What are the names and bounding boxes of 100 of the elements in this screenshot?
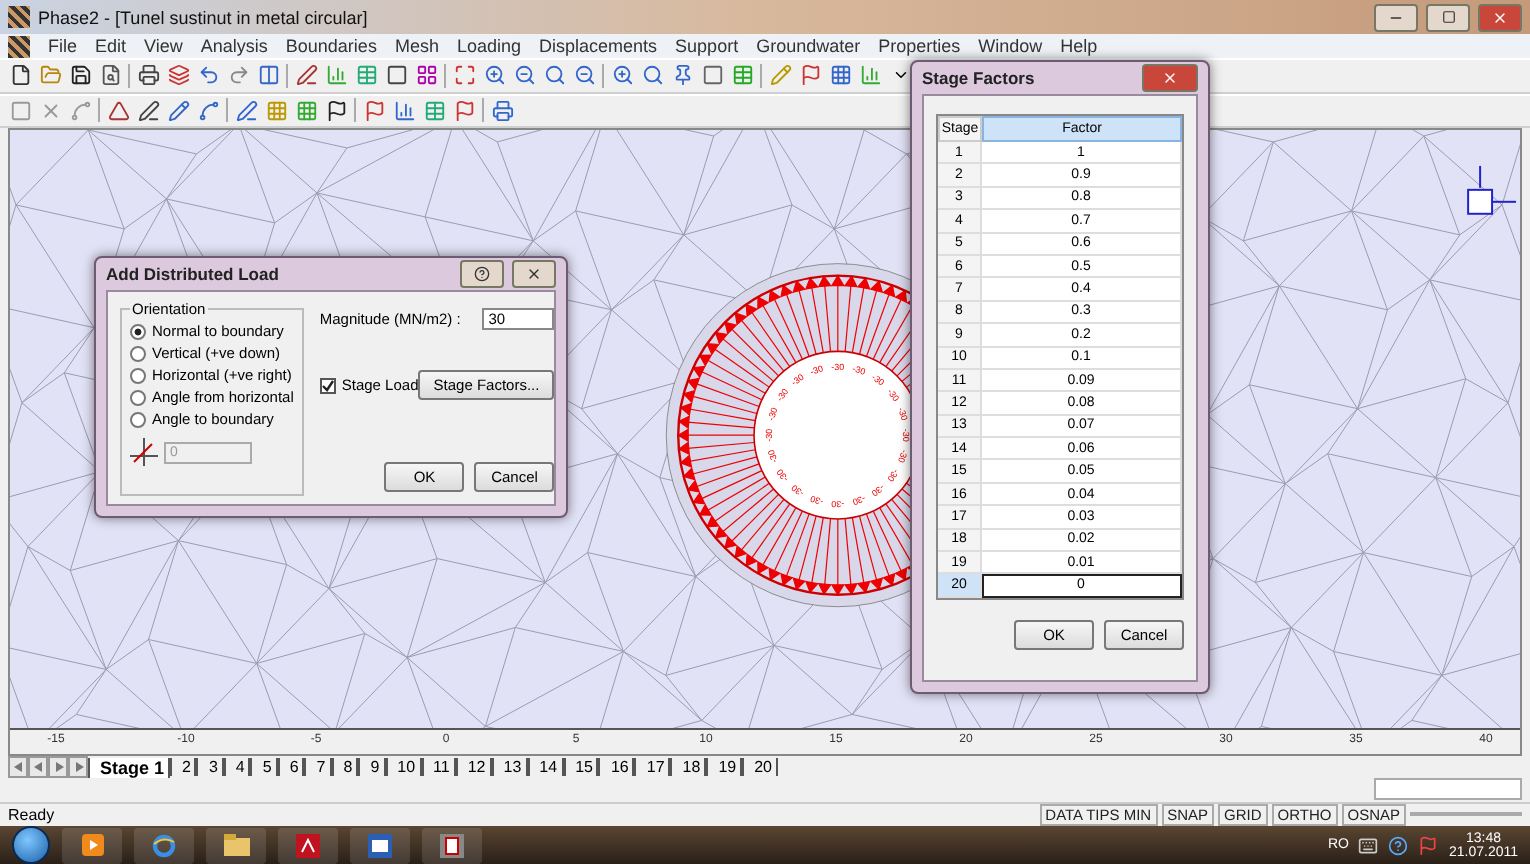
stage-tab[interactable]: 20 — [742, 758, 779, 777]
stage-tab[interactable]: 6 — [277, 758, 305, 777]
square-icon[interactable] — [700, 63, 724, 88]
app-icon[interactable] — [422, 827, 482, 863]
menu-item[interactable]: Boundaries — [285, 36, 377, 57]
pdf-reader-icon[interactable] — [278, 827, 338, 863]
app-icon — [8, 6, 30, 29]
pen-icon[interactable] — [234, 98, 258, 123]
angle-icon — [130, 438, 158, 466]
stage-tab[interactable]: 18 — [670, 758, 707, 777]
save-icon[interactable] — [68, 63, 92, 88]
printer-icon[interactable] — [490, 98, 514, 123]
zoom-in-icon[interactable] — [482, 63, 506, 88]
close-icon — [1492, 9, 1508, 26]
zoom-out-icon[interactable] — [572, 63, 596, 88]
menu-item[interactable]: File — [48, 36, 78, 57]
menu-item[interactable]: View — [144, 36, 183, 57]
flag-icon[interactable] — [324, 98, 348, 123]
folder-icon[interactable] — [206, 827, 266, 863]
table-icon[interactable] — [730, 63, 754, 88]
help-button[interactable] — [460, 260, 504, 288]
stage-tab[interactable]: 9 — [358, 758, 386, 777]
grid-icon[interactable] — [264, 98, 288, 123]
tab-scroll-button[interactable] — [48, 756, 68, 779]
tab-scroll-button[interactable] — [68, 756, 88, 779]
support-icon — [1467, 164, 1517, 215]
stage-tab[interactable]: 11 — [421, 758, 456, 777]
stage-tab[interactable]: 12 — [455, 758, 492, 777]
menu-item[interactable]: Analysis — [200, 36, 268, 57]
maximize-button[interactable] — [1426, 3, 1470, 32]
radio-button[interactable] — [130, 367, 146, 383]
close-icon — [526, 266, 542, 282]
radio-button[interactable] — [130, 345, 146, 361]
pen-icon[interactable] — [294, 63, 318, 88]
table-icon[interactable] — [422, 98, 446, 123]
stage-tab[interactable]: 16 — [598, 758, 635, 777]
pencil-icon[interactable] — [166, 98, 190, 123]
stage-tab[interactable]: 10 — [385, 758, 422, 777]
status-pane — [1410, 812, 1522, 817]
pin-icon[interactable] — [670, 63, 694, 88]
menu-item[interactable]: Mesh — [394, 36, 439, 57]
word-processor-icon[interactable] — [350, 827, 410, 863]
search-icon[interactable] — [542, 63, 566, 88]
chart-icon[interactable] — [392, 98, 416, 123]
chart-icon[interactable] — [324, 63, 348, 88]
curve-icon[interactable] — [196, 98, 220, 123]
document-icon — [8, 35, 30, 58]
stage-tab[interactable]: 14 — [527, 758, 564, 777]
triangle-icon[interactable] — [106, 98, 130, 123]
stage-tab[interactable]: 19 — [706, 758, 743, 777]
menu-item[interactable]: Help — [1060, 36, 1098, 57]
curve-icon[interactable] — [68, 98, 92, 123]
stage-tab[interactable]: 7 — [304, 758, 332, 777]
layers-icon[interactable] — [166, 63, 190, 88]
menu-item[interactable]: Support — [675, 36, 739, 57]
zoom-out-icon[interactable] — [512, 63, 536, 88]
menu-item[interactable]: Edit — [95, 36, 127, 57]
columns-icon[interactable] — [256, 63, 280, 88]
checkbox[interactable] — [319, 377, 336, 393]
radio-button[interactable] — [130, 323, 146, 339]
media-player-icon[interactable] — [62, 827, 122, 863]
menu-item[interactable]: Window — [978, 36, 1043, 57]
menu-item[interactable]: Properties — [878, 36, 961, 57]
menu-item[interactable]: Groundwater — [756, 36, 861, 57]
stage-tab[interactable]: 13 — [491, 758, 528, 777]
keyboard-icon[interactable] — [1358, 835, 1379, 855]
print-preview-icon[interactable] — [98, 63, 122, 88]
radio-button[interactable] — [130, 411, 146, 427]
help-icon[interactable] — [1388, 835, 1409, 855]
new-file-icon[interactable] — [8, 63, 32, 88]
grid-icon[interactable] — [828, 63, 852, 88]
start-button[interactable] — [12, 826, 50, 864]
stage-tab[interactable]: 5 — [250, 758, 278, 777]
stage-tab[interactable]: 15 — [563, 758, 599, 777]
zoom-extents-icon[interactable] — [452, 63, 476, 88]
stage-tab[interactable]: 8 — [331, 758, 359, 777]
stage-tab[interactable]: 3 — [196, 758, 224, 777]
menu-item[interactable]: Loading — [456, 36, 522, 57]
tab-scroll-button[interactable] — [8, 756, 28, 779]
status-message: Ready — [8, 805, 57, 824]
redo-icon[interactable] — [226, 63, 250, 88]
stage-tab[interactable]: Stage 1 — [88, 757, 171, 778]
stage-tab[interactable]: 2 — [170, 758, 197, 777]
menu-item[interactable]: Displacements — [539, 36, 658, 57]
printer-icon[interactable] — [136, 63, 160, 88]
pen-icon[interactable] — [136, 98, 160, 123]
grid-icon[interactable] — [414, 63, 438, 88]
dialog-title: Stage Factors — [922, 68, 1037, 88]
square-icon[interactable] — [384, 63, 408, 88]
radio-button[interactable] — [130, 389, 146, 405]
tab-scroll-button[interactable] — [28, 756, 48, 779]
zoom-in-icon[interactable] — [610, 63, 634, 88]
undo-icon[interactable] — [196, 63, 220, 88]
browser-icon[interactable] — [134, 827, 194, 863]
command-field[interactable] — [1374, 778, 1522, 801]
search-icon[interactable] — [640, 63, 664, 88]
pencil-icon[interactable] — [768, 63, 792, 88]
stage-tab[interactable]: 17 — [634, 758, 671, 777]
stage-tab[interactable]: 4 — [223, 758, 251, 777]
minimize-button[interactable] — [1374, 3, 1418, 32]
